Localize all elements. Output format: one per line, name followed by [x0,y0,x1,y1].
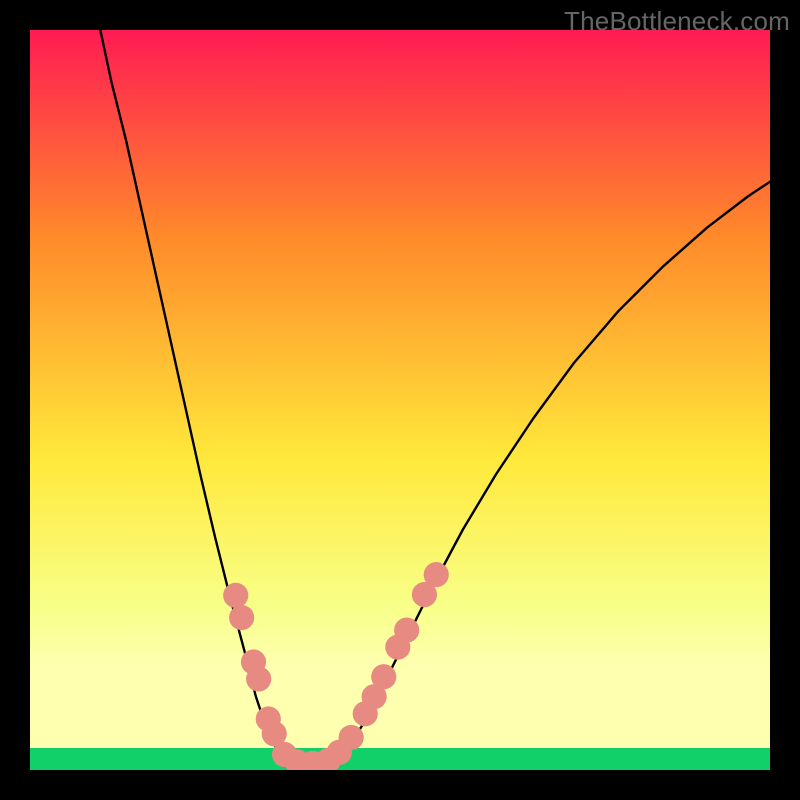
chart-container: TheBottleneck.com [0,0,800,800]
marker-dot [223,583,248,608]
plot-area [30,30,770,770]
marker-dot [371,664,396,689]
marker-dot [246,666,271,691]
chart-svg [30,30,770,770]
watermark-text: TheBottleneck.com [564,6,790,37]
marker-dot [394,618,419,643]
marker-dot [229,605,254,630]
marker-dot [424,562,449,587]
marker-dot [339,725,364,750]
